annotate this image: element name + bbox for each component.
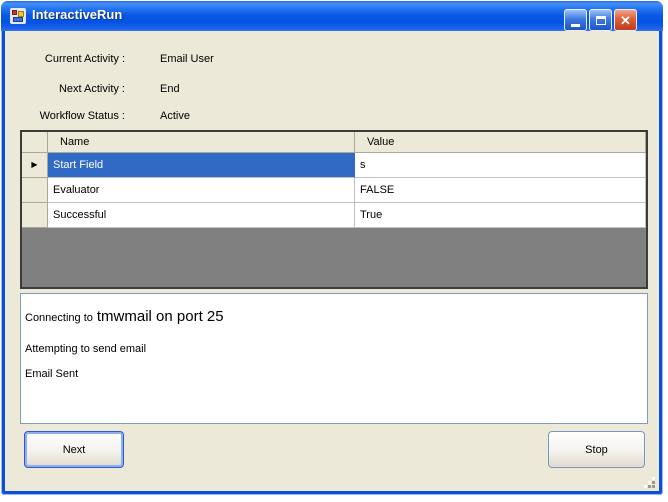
cell-name-successful[interactable]: Successful <box>48 203 355 228</box>
current-activity-value: Email User <box>160 53 214 65</box>
table-row: Evaluator FALSE <box>22 178 646 203</box>
title-bar[interactable]: InteractiveRun ✕ <box>1 1 663 31</box>
resize-grip[interactable] <box>652 485 655 488</box>
table-row: ▶ Start Field s <box>22 153 646 178</box>
minimize-button[interactable] <box>564 9 587 31</box>
workflow-status-row: Workflow Status : Active <box>5 110 659 126</box>
cell-name-start-field[interactable]: Start Field <box>48 153 355 178</box>
close-button[interactable]: ✕ <box>614 9 637 31</box>
current-row-arrow-icon: ▶ <box>31 160 38 169</box>
next-activity-row: Next Activity : End <box>5 83 659 99</box>
window-title: InteractiveRun <box>32 7 123 22</box>
cell-value-successful[interactable]: True <box>355 203 646 228</box>
log-line-attempting: Attempting to send email <box>25 343 147 355</box>
workflow-status-label: Workflow Status : <box>39 110 125 122</box>
maximize-icon <box>595 15 606 25</box>
column-header-name[interactable]: Name <box>48 132 355 153</box>
grid-header-row: Name Value <box>22 132 646 153</box>
cell-value-evaluator[interactable]: FALSE <box>355 178 646 203</box>
cell-name-evaluator[interactable]: Evaluator <box>48 178 355 203</box>
parameters-grid: Name Value ▶ Start Field s Evaluator FAL… <box>20 130 648 289</box>
current-activity-label: Current Activity : <box>44 53 125 65</box>
log-output-textbox[interactable]: Connecting to tmwmail on port 25 Attempti… <box>20 293 648 424</box>
log-line-connecting-prefix: Connecting to <box>25 312 93 324</box>
app-icon-red-square <box>12 10 17 15</box>
workflow-status-value: Active <box>160 110 190 122</box>
log-line-email-sent: Email Sent <box>25 368 79 380</box>
maximize-button[interactable] <box>589 9 612 31</box>
stop-button[interactable]: Stop <box>548 431 645 468</box>
log-line-connecting: Connecting to tmwmail on port 25 <box>25 308 224 325</box>
app-icon-blue-square <box>13 17 23 22</box>
row-header[interactable] <box>22 203 48 228</box>
cell-value-start-field[interactable]: s <box>355 153 646 178</box>
close-icon: ✕ <box>620 12 631 28</box>
next-button[interactable]: Next <box>24 431 124 468</box>
app-window: InteractiveRun ✕ Current Activity : Emai… <box>1 1 663 495</box>
grid-corner-header[interactable] <box>22 132 48 153</box>
next-activity-label: Next Activity : <box>58 83 125 95</box>
table-row: Successful True <box>22 203 646 228</box>
current-activity-row: Current Activity : Email User <box>5 53 659 69</box>
row-header-current[interactable]: ▶ <box>22 153 48 178</box>
log-line-connecting-detail: tmwmail on port 25 <box>96 308 224 325</box>
column-header-value[interactable]: Value <box>355 132 646 153</box>
app-icon <box>10 8 26 24</box>
client-area: Current Activity : Email User Next Activ… <box>5 31 659 491</box>
next-activity-value: End <box>160 83 180 95</box>
row-header[interactable] <box>22 178 48 203</box>
minimize-icon <box>571 24 580 27</box>
